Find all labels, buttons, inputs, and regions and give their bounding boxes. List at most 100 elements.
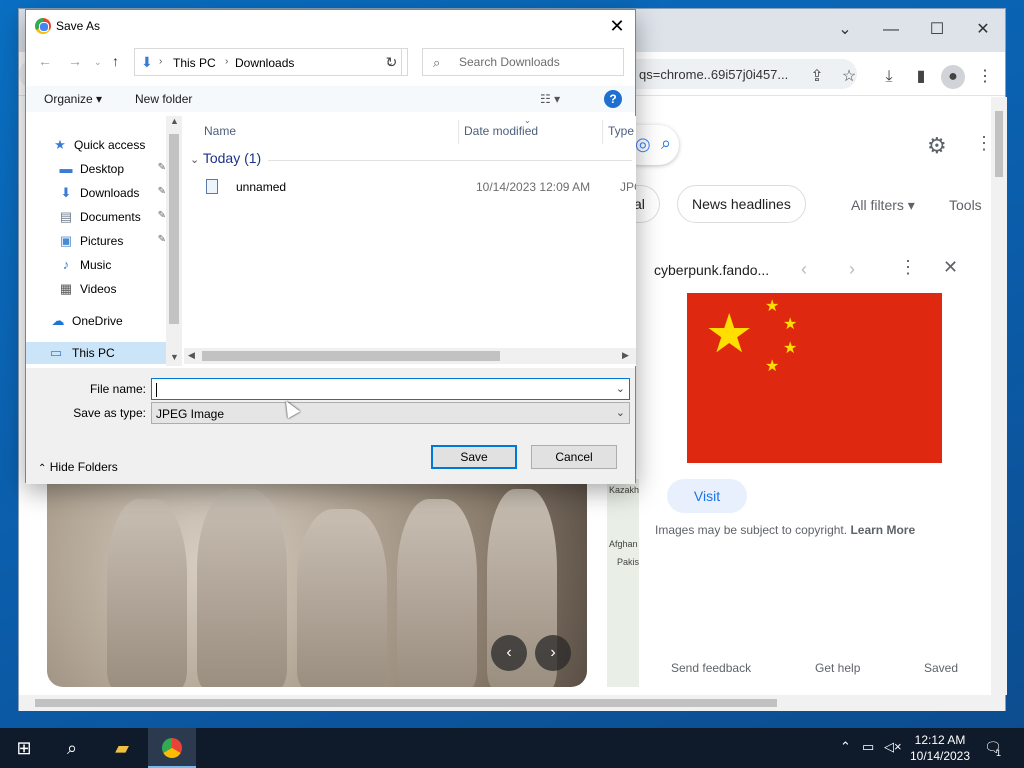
hide-folders-button[interactable]: ⌃ Hide Folders — [38, 460, 118, 474]
page-vertical-scrollbar[interactable] — [991, 97, 1007, 695]
group-divider — [268, 160, 632, 161]
search-downloads-input[interactable] — [459, 54, 619, 70]
breadcrumb-chevron-icon[interactable]: › — [159, 56, 162, 67]
forward-arrow-icon[interactable]: → — [68, 53, 82, 69]
view-options-icon[interactable]: ☷ ▾ — [540, 92, 560, 106]
learn-more-link[interactable]: Learn More — [850, 523, 915, 537]
chevron-down-icon[interactable]: ⌄ — [616, 382, 625, 395]
recent-locations-icon[interactable]: ⌄ — [94, 57, 102, 68]
more-options-icon[interactable]: ⋮ — [899, 257, 917, 278]
computer-icon: ▭ — [49, 345, 63, 360]
all-filters-button[interactable]: All filters ▾ — [851, 197, 915, 214]
tree-item-this-pc[interactable]: ▭ This PC — [26, 342, 166, 364]
scroll-down-icon[interactable]: ▼ — [170, 352, 179, 362]
tree-item-onedrive[interactable]: ☁ OneDrive — [50, 310, 166, 332]
download-folder-icon: ⬇ — [141, 54, 153, 70]
scroll-right-icon[interactable]: ▶ — [622, 350, 629, 361]
breadcrumb-chevron-icon[interactable]: › — [225, 56, 228, 67]
map-thumbnail[interactable]: Kazakh Afghan Pakis — [607, 479, 639, 687]
visit-button[interactable]: Visit — [667, 479, 747, 513]
tree-item-downloads[interactable]: ⬇ Downloads ✎ — [58, 182, 166, 204]
tree-scrollbar[interactable]: ▲ ▼ — [166, 116, 182, 366]
photo-prev-button[interactable]: ‹ — [491, 635, 527, 671]
breadcrumb-downloads[interactable]: Downloads — [235, 56, 294, 70]
flag-small-star: ★ — [783, 316, 798, 333]
menu-kebab-icon[interactable]: ⋮ — [973, 65, 997, 89]
start-windows-icon[interactable]: ⊞ — [0, 728, 48, 768]
maximize-button[interactable]: ☐ — [915, 15, 959, 45]
close-window-button[interactable]: ✕ — [961, 15, 1005, 45]
scroll-thumb[interactable] — [202, 351, 500, 361]
tray-overflow-icon[interactable]: ⌃ — [840, 739, 851, 755]
send-feedback-link[interactable]: Send feedback — [671, 661, 751, 675]
next-image-icon[interactable]: › — [849, 259, 855, 280]
group-header-today[interactable]: ⌄ Today (1) — [190, 150, 261, 166]
up-arrow-icon[interactable]: ↑ — [112, 53, 119, 69]
saved-link[interactable]: Saved — [924, 661, 958, 675]
dialog-close-button[interactable]: ✕ — [605, 14, 629, 38]
cancel-button[interactable]: Cancel — [531, 445, 617, 469]
tab-search-icon[interactable]: ⌄ — [823, 15, 867, 45]
file-name-input[interactable]: ⌄ — [151, 378, 630, 400]
collapse-chevron-icon[interactable]: ⌄ — [190, 154, 199, 166]
taskbar-search-icon[interactable]: ⌕ — [48, 728, 96, 768]
address-breadcrumb[interactable]: ⬇ › This PC › Downloads ⌄ — [134, 48, 402, 76]
column-divider[interactable] — [602, 120, 603, 144]
file-explorer-icon[interactable]: ▰ — [98, 728, 146, 768]
search-box[interactable]: ⌕ — [422, 48, 624, 76]
network-icon[interactable]: ▭ — [862, 739, 874, 755]
search-icon[interactable]: ⌕ — [661, 133, 671, 154]
tree-item-documents[interactable]: ▤ Documents ✎ — [58, 206, 166, 228]
scroll-up-icon[interactable]: ▲ — [170, 116, 179, 126]
tree-item-label: Pictures — [80, 234, 124, 248]
volume-muted-icon[interactable]: ◁× — [884, 739, 902, 755]
column-header-name[interactable]: Name — [204, 124, 236, 138]
prev-image-icon[interactable]: ‹ — [801, 259, 807, 280]
new-folder-button[interactable]: New folder — [135, 92, 192, 106]
file-name-label: File name: — [89, 382, 146, 396]
lens-icon[interactable]: ◎ — [635, 134, 651, 155]
chip-news-headlines[interactable]: News headlines — [677, 185, 806, 223]
file-row[interactable]: unnamed 10/14/2023 12:09 AM JPG F — [198, 176, 636, 198]
panel-source[interactable]: cyberpunk.fando... — [654, 262, 769, 278]
get-help-link[interactable]: Get help — [815, 661, 860, 675]
photo-next-button[interactable]: › — [535, 635, 571, 671]
scroll-thumb[interactable] — [35, 699, 777, 707]
help-icon[interactable]: ? — [604, 90, 622, 108]
organize-button[interactable]: Organize ▾ — [44, 92, 102, 106]
download-icon[interactable]: ⤓ — [877, 65, 901, 89]
chevron-down-icon[interactable]: ⌄ — [616, 406, 625, 419]
tree-item-quick-access[interactable]: ★ Quick access — [52, 134, 166, 156]
column-divider[interactable] — [458, 120, 459, 144]
column-header-type[interactable]: Type — [608, 124, 634, 138]
save-type-label: Save as type: — [73, 406, 146, 420]
preview-image[interactable]: ★ ★ ★ ★ ★ — [687, 293, 942, 463]
chrome-taskbar-icon[interactable] — [148, 728, 196, 768]
tools-button[interactable]: Tools — [949, 197, 982, 213]
refresh-button[interactable]: ↻ — [376, 48, 408, 76]
scroll-thumb[interactable] — [169, 134, 179, 324]
bookmark-star-icon[interactable]: ☆ — [837, 65, 861, 89]
system-clock[interactable]: 12:12 AM 10/14/2023 — [908, 732, 972, 764]
settings-gear-icon[interactable]: ⚙ — [927, 133, 947, 159]
minimize-button[interactable]: — — [869, 15, 913, 45]
page-horizontal-scrollbar[interactable] — [19, 695, 1005, 711]
breadcrumb-this-pc[interactable]: This PC — [173, 56, 216, 70]
tree-item-music[interactable]: ♪ Music — [58, 254, 166, 276]
flag-small-star: ★ — [765, 358, 780, 375]
file-list-hscrollbar[interactable]: ◀ ▶ — [184, 348, 636, 364]
profile-icon[interactable]: ● — [941, 65, 965, 89]
back-arrow-icon[interactable]: ← — [38, 53, 52, 69]
tree-item-videos[interactable]: ▦ Videos — [58, 278, 166, 300]
scroll-thumb[interactable] — [995, 111, 1003, 177]
share-icon[interactable]: ⇪ — [805, 65, 829, 89]
side-panel-icon[interactable]: ▮ — [909, 65, 933, 89]
column-header-date[interactable]: Date modified — [464, 124, 538, 138]
close-panel-icon[interactable]: ✕ — [943, 257, 958, 278]
tree-item-pictures[interactable]: ▣ Pictures ✎ — [58, 230, 166, 252]
save-type-select[interactable]: JPEG Image ⌄ — [151, 402, 630, 424]
scroll-left-icon[interactable]: ◀ — [188, 350, 195, 361]
file-name: unnamed — [236, 180, 287, 194]
tree-item-desktop[interactable]: ▬ Desktop ✎ — [58, 158, 167, 180]
save-button[interactable]: Save — [431, 445, 517, 469]
